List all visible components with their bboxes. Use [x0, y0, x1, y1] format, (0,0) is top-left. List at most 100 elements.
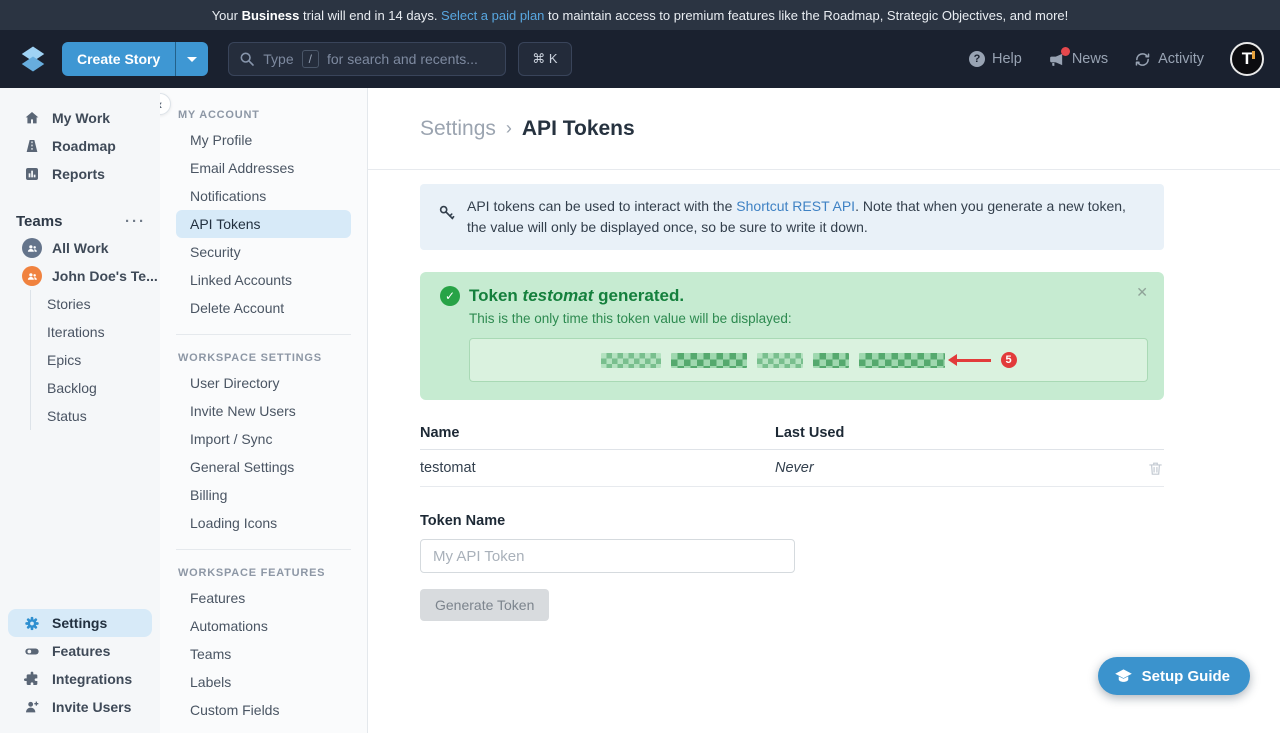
toggle-icon — [24, 643, 40, 659]
alert-title-prefix: Token — [469, 286, 523, 305]
sidebar-bottom-group: Settings Features Integrations Invite Us… — [0, 609, 160, 733]
roadmap-icon — [24, 138, 40, 154]
sidebar-item-iterations[interactable]: Iterations — [31, 318, 160, 346]
redacted-token-segment — [671, 353, 747, 368]
news-notification-dot — [1061, 47, 1070, 56]
gear-icon — [24, 615, 40, 631]
create-story-button[interactable]: Create Story — [62, 42, 208, 76]
avatar-brand-mark — [1252, 51, 1255, 59]
sidebar-item-my-work[interactable]: My Work — [0, 104, 160, 132]
section-header-my-account: MY ACCOUNT — [160, 104, 367, 126]
create-story-dropdown[interactable] — [176, 42, 208, 76]
search-placeholder-suffix: for search and recents... — [327, 51, 478, 67]
team-avatar — [22, 266, 42, 286]
sidebar-item-stories[interactable]: Stories — [31, 290, 160, 318]
info-text-before: API tokens can be used to interact with … — [467, 198, 736, 214]
alert-title: Token testomat generated. — [469, 286, 684, 306]
subnav-item-import-sync[interactable]: Import / Sync — [176, 425, 351, 453]
shortcut-rest-api-link[interactable]: Shortcut REST API — [736, 198, 855, 214]
subnav-item-notifications[interactable]: Notifications — [176, 182, 351, 210]
shortcut-logo-icon[interactable] — [16, 42, 50, 76]
sidebar-item-all-work[interactable]: All Work — [0, 234, 160, 262]
divider — [176, 549, 351, 550]
subnav-item-linked-accounts[interactable]: Linked Accounts — [176, 266, 351, 294]
page-title: API Tokens — [522, 117, 635, 141]
user-avatar[interactable]: T — [1230, 42, 1264, 76]
trash-icon — [1147, 460, 1164, 477]
banner-text: to maintain access to premium features l… — [544, 8, 1068, 23]
sidebar-item-invite-users[interactable]: Invite Users — [0, 693, 160, 721]
sidebar-item-integrations[interactable]: Integrations — [0, 665, 160, 693]
banner-plan-name: Business — [242, 8, 300, 23]
settings-subnav: ‹ MY ACCOUNT My Profile Email Addresses … — [160, 88, 368, 733]
sidebar-label: Features — [52, 643, 110, 659]
avatar-letter: T — [1242, 49, 1252, 69]
activity-sync-icon — [1134, 51, 1151, 68]
sidebar-item-roadmap[interactable]: Roadmap — [0, 132, 160, 160]
banner-text: Your — [212, 8, 242, 23]
annotation-step-badge: 5 — [1001, 352, 1017, 368]
sidebar-item-epics[interactable]: Epics — [31, 346, 160, 374]
subnav-item-security[interactable]: Security — [176, 238, 351, 266]
subnav-item-automations[interactable]: Automations — [176, 612, 351, 640]
sidebar-item-john-does-team[interactable]: John Doe's Te... — [0, 262, 160, 290]
column-header-last-used: Last Used — [775, 425, 1124, 441]
subnav-item-loading-icons[interactable]: Loading Icons — [176, 509, 351, 537]
top-navbar: Create Story Type / for search and recen… — [0, 30, 1280, 88]
sidebar-label: Reports — [52, 166, 105, 182]
redacted-token-segment — [859, 353, 945, 368]
main-content: Settings › API Tokens API tokens can be … — [368, 88, 1280, 733]
sidebar-item-features[interactable]: Features — [0, 637, 160, 665]
chevron-left-icon: ‹ — [160, 96, 162, 112]
close-icon[interactable]: ✕ — [1136, 284, 1148, 301]
search-placeholder-prefix: Type — [263, 51, 293, 67]
breadcrumb: Settings › API Tokens — [368, 88, 1280, 170]
subnav-item-my-profile[interactable]: My Profile — [176, 126, 351, 154]
invite-user-icon — [24, 699, 40, 715]
subnav-item-teams[interactable]: Teams — [176, 640, 351, 668]
alert-token-name: testomat — [523, 286, 594, 305]
last-used-cell: Never — [775, 460, 1124, 476]
select-paid-plan-link[interactable]: Select a paid plan — [441, 8, 544, 23]
subnav-item-features[interactable]: Features — [176, 584, 351, 612]
token-name-input[interactable] — [420, 539, 795, 573]
token-name-cell: testomat — [420, 460, 775, 476]
delete-token-button[interactable] — [1147, 460, 1164, 477]
search-input[interactable]: Type / for search and recents... — [228, 42, 506, 76]
sidebar-label: Integrations — [52, 671, 132, 687]
activity-button[interactable]: Activity — [1134, 51, 1204, 68]
subnav-item-api-tokens[interactable]: API Tokens — [176, 210, 351, 238]
section-header-workspace-features: WORKSPACE FEATURES — [160, 562, 367, 584]
divider — [176, 334, 351, 335]
redacted-token-segment — [813, 353, 849, 368]
subnav-item-email-addresses[interactable]: Email Addresses — [176, 154, 351, 182]
subnav-item-labels[interactable]: Labels — [176, 668, 351, 696]
team-label: John Doe's Te... — [52, 268, 158, 284]
sidebar-item-status[interactable]: Status — [31, 402, 160, 430]
token-name-label: Token Name — [420, 513, 1164, 529]
news-label: News — [1072, 51, 1108, 67]
puzzle-icon — [24, 671, 40, 687]
breadcrumb-settings[interactable]: Settings — [420, 117, 496, 141]
teams-menu-icon[interactable]: ··· — [125, 213, 146, 230]
generate-token-button[interactable]: Generate Token — [420, 589, 549, 621]
help-button[interactable]: ? Help — [969, 51, 1022, 67]
sidebar-item-settings[interactable]: Settings — [8, 609, 152, 637]
subnav-item-billing[interactable]: Billing — [176, 481, 351, 509]
news-button[interactable]: News — [1048, 51, 1108, 68]
primary-sidebar: My Work Roadmap Reports Teams ··· All Wo… — [0, 88, 160, 733]
banner-text: trial will end in 14 days. — [299, 8, 441, 23]
keyboard-shortcut-badge[interactable]: ⌘ K — [518, 42, 571, 76]
subnav-item-custom-fields[interactable]: Custom Fields — [176, 696, 351, 724]
team-label: All Work — [52, 240, 109, 256]
subnav-item-general-settings[interactable]: General Settings — [176, 453, 351, 481]
subnav-item-invite-new-users[interactable]: Invite New Users — [176, 397, 351, 425]
subnav-item-user-directory[interactable]: User Directory — [176, 369, 351, 397]
activity-label: Activity — [1158, 51, 1204, 67]
subnav-item-delete-account[interactable]: Delete Account — [176, 294, 351, 322]
sidebar-item-reports[interactable]: Reports — [0, 160, 160, 188]
column-header-name: Name — [420, 425, 775, 441]
setup-guide-button[interactable]: Setup Guide — [1098, 657, 1250, 695]
sidebar-item-backlog[interactable]: Backlog — [31, 374, 160, 402]
home-icon — [24, 110, 40, 126]
